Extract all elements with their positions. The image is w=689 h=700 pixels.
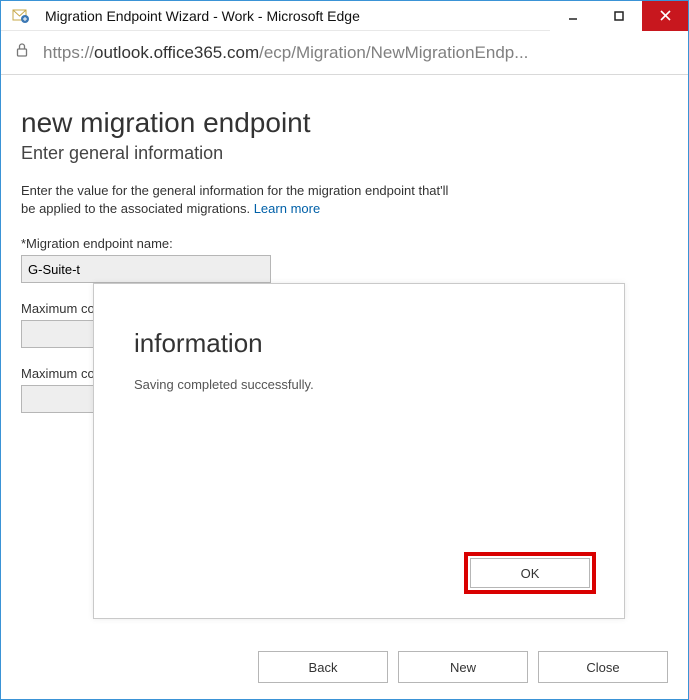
window-title: Migration Endpoint Wizard - Work - Micro…	[45, 8, 550, 24]
window-frame: Migration Endpoint Wizard - Work - Micro…	[0, 0, 689, 700]
minimize-button[interactable]	[550, 1, 596, 31]
window-controls	[550, 1, 688, 31]
new-button[interactable]: New	[398, 651, 528, 683]
endpoint-name-field: *Migration endpoint name:	[21, 236, 668, 283]
wizard-content: new migration endpoint Enter general inf…	[1, 75, 688, 699]
wizard-footer: Back New Close	[258, 651, 668, 683]
url-prefix: https://	[43, 43, 94, 62]
lock-icon	[15, 42, 29, 63]
dialog-footer: OK	[464, 552, 596, 594]
info-dialog: information Saving completed successfull…	[93, 283, 625, 619]
intro-text: Enter the value for the general informat…	[21, 183, 448, 216]
ok-highlight: OK	[464, 552, 596, 594]
intro-text-block: Enter the value for the general informat…	[21, 182, 451, 218]
titlebar: Migration Endpoint Wizard - Work - Micro…	[1, 1, 688, 31]
url-text: https://outlook.office365.com/ecp/Migrat…	[43, 43, 674, 63]
endpoint-name-input[interactable]	[21, 255, 271, 283]
back-button[interactable]: Back	[258, 651, 388, 683]
endpoint-name-label: *Migration endpoint name:	[21, 236, 668, 251]
dialog-message: Saving completed successfully.	[134, 377, 590, 392]
maximize-button[interactable]	[596, 1, 642, 31]
page-title: new migration endpoint	[21, 107, 668, 139]
url-path: /ecp/Migration/NewMigrationEndp...	[259, 43, 528, 62]
app-icon	[7, 2, 35, 30]
ok-button[interactable]: OK	[470, 558, 590, 588]
close-button[interactable]: Close	[538, 651, 668, 683]
learn-more-link[interactable]: Learn more	[254, 201, 320, 216]
close-window-button[interactable]	[642, 1, 688, 31]
url-host: outlook.office365.com	[94, 43, 259, 62]
address-bar[interactable]: https://outlook.office365.com/ecp/Migrat…	[1, 31, 688, 75]
dialog-title: information	[134, 328, 590, 359]
page-subtitle: Enter general information	[21, 143, 668, 164]
